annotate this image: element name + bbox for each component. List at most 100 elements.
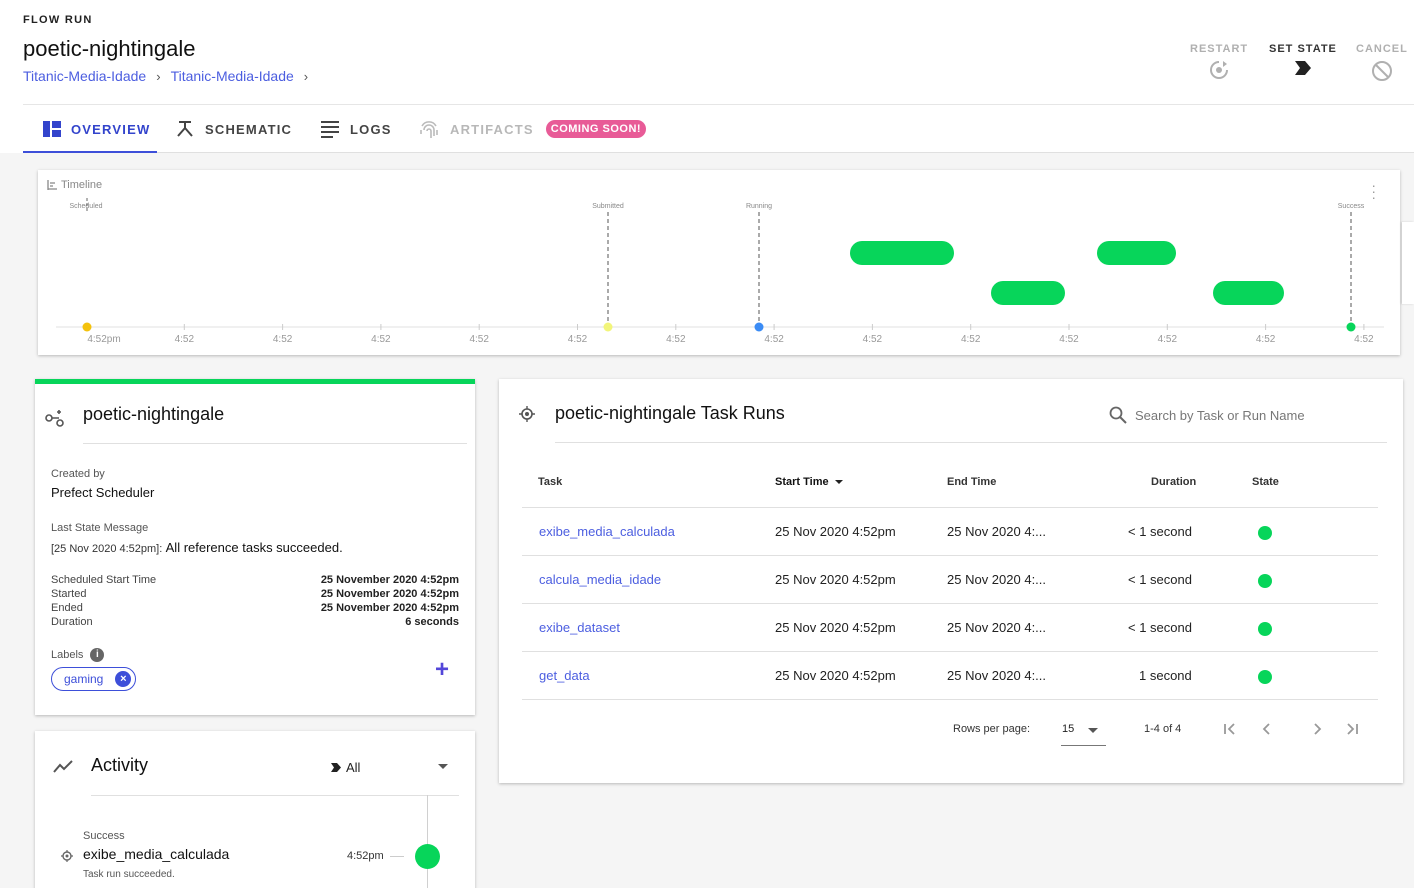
axis-tick-label: 4:52 (666, 334, 686, 345)
axis-tick-label: 4:52 (175, 334, 195, 345)
last-state-text: All reference tasks succeeded. (165, 540, 343, 555)
coming-soon-badge: COMING SOON! (545, 120, 647, 138)
rows-per-page-value: 15 (1062, 723, 1075, 735)
axis-tick-label: 4:52 (273, 334, 293, 345)
last-page-icon[interactable] (1344, 721, 1360, 737)
cancel-button[interactable]: CANCEL (1356, 43, 1408, 82)
restart-label: RESTART (1190, 43, 1249, 55)
axis-tick-label: 4:52 (1354, 334, 1374, 345)
detail-row: Started 25 November 2020 4:52pm (51, 588, 459, 600)
add-label-icon[interactable]: + (435, 656, 449, 684)
restart-icon (1210, 61, 1229, 79)
axis-tick-label: 4:52 (371, 334, 391, 345)
success-state-dot (415, 844, 440, 869)
detail-row: Scheduled Start Time 25 November 2020 4:… (51, 574, 459, 586)
breadcrumb-flow[interactable]: Titanic-Media-Idade (171, 68, 294, 84)
axis-tick-label: 4:52 (1158, 334, 1178, 345)
restart-button[interactable]: RESTART (1190, 43, 1248, 80)
tab-bar: OVERVIEW SCHEMATIC LOGS ARTIFACTS COMING… (23, 104, 1414, 153)
task-end-time: 25 Nov 2020 4:... (947, 620, 1047, 635)
tab-artifacts[interactable]: ARTIFACTS COMING SOON! (418, 105, 647, 153)
search-icon (1109, 406, 1127, 424)
task-runs-card: poetic-nightingale Task Runs Search by T… (499, 379, 1403, 783)
divider (91, 795, 459, 796)
activity-entry-message: Task run succeeded. (83, 869, 175, 880)
remove-label-icon[interactable]: × (115, 671, 132, 687)
labels-label: Labels (51, 649, 84, 661)
table-row[interactable]: get_data 25 Nov 2020 4:52pm 25 Nov 2020 … (522, 651, 1378, 699)
top-bar: FLOW RUN poetic-nightingale Titanic-Medi… (0, 0, 1414, 153)
tab-overview-label: OVERVIEW (71, 121, 151, 137)
table-row[interactable]: calcula_media_idade 25 Nov 2020 4:52pm 2… (522, 555, 1378, 603)
timeline-chart: 4:52pm 4:52 4:52 4:52 4:52 4:52 4:52 4:52 4:52 4:… (56, 198, 1384, 345)
tab-overview[interactable]: OVERVIEW (43, 105, 150, 153)
state-chevron-icon (1294, 61, 1311, 75)
activity-filter[interactable]: All (331, 760, 360, 775)
first-page-icon[interactable] (1222, 721, 1238, 737)
rows-per-page-select[interactable]: 15 (1061, 720, 1106, 746)
action-bar: RESTART SET STATE CANCEL (1180, 43, 1410, 83)
task-name-link[interactable]: calcula_media_idade (539, 572, 661, 587)
table-row[interactable]: exibe_media_calculada 25 Nov 2020 4:52pm… (522, 507, 1378, 555)
activity-entry-name[interactable]: exibe_media_calculada (83, 846, 229, 862)
activity-timeline-line (427, 795, 428, 888)
set-state-button[interactable]: SET STATE (1269, 43, 1337, 76)
detail-row: Duration 6 seconds (51, 616, 459, 628)
column-header-task[interactable]: Task (538, 476, 562, 488)
column-header-end-time[interactable]: End Time (947, 476, 996, 488)
sort-desc-icon (834, 480, 843, 484)
logs-icon (321, 121, 339, 138)
pagination-range: 1-4 of 4 (1144, 723, 1182, 735)
task-bar (1097, 241, 1176, 265)
axis-tick-label: 4:52pm (87, 334, 120, 345)
state-success-dot (1258, 574, 1272, 588)
table-row[interactable]: exibe_dataset 25 Nov 2020 4:52pm 25 Nov … (522, 603, 1378, 651)
state-chevron-icon (331, 763, 341, 772)
divider (83, 443, 467, 444)
axis-tick-label: 4:52 (1059, 334, 1079, 345)
state-dot-success (1346, 322, 1356, 332)
task-bar (1213, 281, 1284, 305)
column-header-start-time[interactable]: Start Time (775, 476, 843, 488)
info-icon[interactable]: i (90, 648, 105, 662)
state-success-dot (1258, 526, 1272, 540)
search-input[interactable]: Search by Task or Run Name (1135, 408, 1305, 423)
marker-label-scheduled: Scheduled (69, 203, 102, 210)
dropdown-caret-icon[interactable] (438, 764, 448, 769)
next-page-icon[interactable] (1309, 721, 1325, 737)
table-footer-divider (522, 699, 1378, 700)
task-duration: < 1 second (1128, 572, 1192, 587)
active-tab-indicator (23, 151, 157, 153)
state-success-dot (1258, 670, 1272, 684)
chevron-right-icon: › (156, 68, 161, 84)
breadcrumb-project[interactable]: Titanic-Media-Idade (23, 68, 146, 84)
task-name-link[interactable]: exibe_dataset (539, 620, 620, 635)
tab-logs[interactable]: LOGS (320, 105, 392, 153)
previous-page-icon[interactable] (1259, 721, 1275, 737)
task-search[interactable]: Search by Task or Run Name (1109, 406, 1305, 424)
page-title: poetic-nightingale (23, 36, 196, 61)
tab-schematic-label: SCHEMATIC (205, 121, 293, 137)
tab-schematic[interactable]: SCHEMATIC (175, 105, 292, 153)
column-header-duration[interactable]: Duration (1151, 476, 1196, 488)
activity-entry-state: Success (83, 830, 125, 842)
breadcrumb: Titanic-Media-Idade › Titanic-Media-Idad… (23, 68, 318, 84)
label-chip-text: gaming (64, 672, 104, 686)
axis-tick-label: 4:52 (568, 334, 588, 345)
marker-label-submitted: Submitted (592, 203, 624, 210)
marker-label-running: Running (746, 203, 772, 210)
detail-value: 25 November 2020 4:52pm (320, 574, 459, 586)
task-name-link[interactable]: get_data (539, 668, 590, 683)
task-start-time: 25 Nov 2020 4:52pm (775, 620, 896, 635)
task-end-time: 25 Nov 2020 4:... (947, 572, 1047, 587)
task-end-time: 25 Nov 2020 4:... (947, 668, 1047, 683)
tab-logs-label: LOGS (350, 121, 392, 137)
state-dot-running (754, 322, 764, 332)
task-start-time: 25 Nov 2020 4:52pm (775, 668, 896, 683)
task-name-link[interactable]: exibe_media_calculada (539, 524, 675, 539)
label-chip: gaming × (51, 667, 137, 691)
fingerprint-icon (420, 121, 438, 138)
side-drawer-handle[interactable] (1402, 222, 1414, 304)
column-header-state[interactable]: State (1252, 476, 1279, 488)
schematic-icon (177, 121, 193, 137)
